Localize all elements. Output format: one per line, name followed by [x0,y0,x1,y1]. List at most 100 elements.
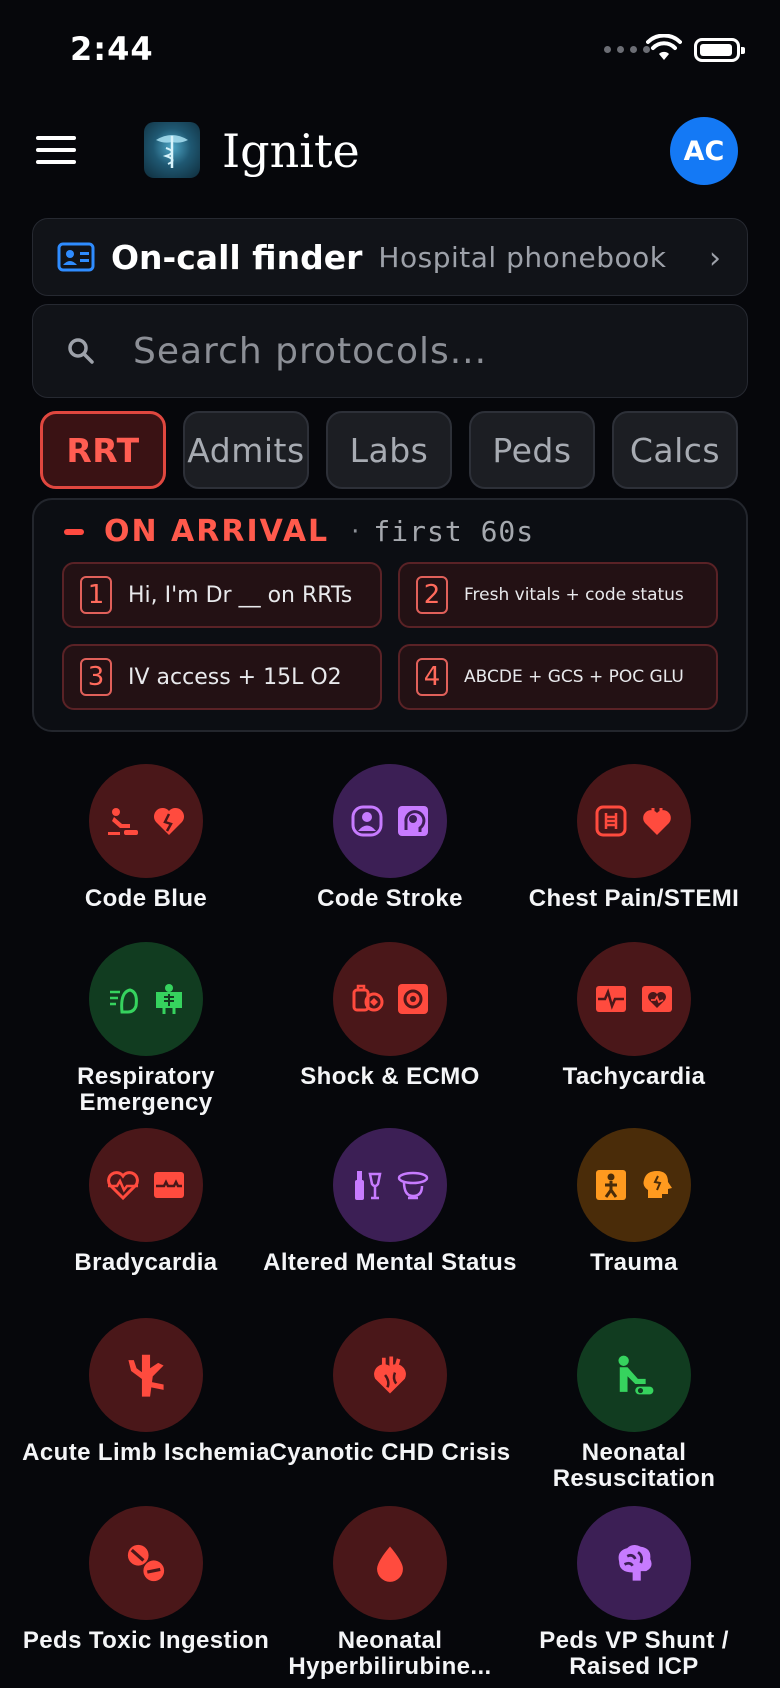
step-number: 2 [416,576,448,614]
infant-cpr-icon [618,1355,654,1395]
search-bar [32,304,748,398]
protocol-icon-circle [333,1318,447,1432]
step-text: Fresh vitals + code status [464,585,684,605]
arrival-step-1[interactable]: 1 Hi, I'm Dr __ on RRTs [62,562,382,628]
protocol-trauma[interactable]: Trauma [504,1128,764,1276]
protocol-label: Shock & ECMO [300,1063,480,1090]
ecg-fast-icon [596,986,626,1012]
cpr-icon [108,808,138,835]
protocol-label: Neonatal Resuscitation [552,1439,716,1492]
protocol-neonatal-hyperbilirubinemia[interactable]: Neonatal Hyperbilirubine... [260,1506,520,1680]
protocol-label: Peds Toxic Ingestion [22,1627,270,1654]
protocol-icon-circle [89,1318,203,1432]
protocol-altered-mental-status[interactable]: Altered Mental Status [260,1128,520,1276]
tab-bar: RRT Admits Labs Peds Calcs [40,411,744,489]
protocol-label: Bradycardia [74,1249,218,1276]
step-text: IV access + 15L O2 [128,664,342,690]
protocol-peds-toxic-ingestion[interactable]: Peds Toxic Ingestion [16,1506,276,1654]
protocol-icon-circle [577,764,691,878]
separator-dot: · [351,516,360,547]
protocol-chest-pain-stemi[interactable]: Chest Pain/STEMI [504,764,764,912]
protocol-label: Tachycardia [562,1063,706,1090]
on-arrival-header: ON ARRIVAL · first 60s [64,514,534,549]
tab-peds[interactable]: Peds [469,411,595,489]
ecg-slow-icon [154,1172,184,1198]
oncall-subtitle: Hospital phonebook [378,240,667,274]
protocol-label: Trauma [590,1249,678,1276]
on-arrival-card: ON ARRIVAL · first 60s 1 Hi, I'm Dr __ o… [32,498,748,732]
step-number: 3 [80,658,112,696]
protocol-icon-circle [89,942,203,1056]
protocol-label: Cyanotic CHD Crisis [269,1439,511,1466]
protocol-icon-circle [577,1506,691,1620]
protocol-label: Altered Mental Status [263,1249,517,1276]
step-text: ABCDE + GCS + POC GLU [464,667,684,687]
protocol-label: Chest Pain/STEMI [528,885,740,912]
protocol-code-blue[interactable]: Code Blue [16,764,276,912]
heartbeat-icon [107,1171,139,1201]
broken-heart-icon [153,807,185,835]
protocol-icon-circle [333,1128,447,1242]
tab-rrt[interactable]: RRT [40,411,166,489]
app-logo [144,122,200,178]
protocol-icon-circle [577,942,691,1056]
chest-icon [595,805,627,837]
protocol-shock-ecmo[interactable]: Shock & ECMO [260,942,520,1090]
protocol-label: Code Blue [84,885,208,912]
protocol-neonatal-resuscitation[interactable]: Neonatal Resuscitation [504,1318,764,1492]
search-icon [68,338,94,364]
protocol-tachycardia[interactable]: Tachycardia [504,942,764,1090]
protocol-label: Peds VP Shunt / Raised ICP [539,1627,729,1680]
on-arrival-title: ON ARRIVAL [104,514,330,549]
on-arrival-subtitle: first 60s [373,515,535,548]
search-input[interactable] [133,325,723,377]
chevron-right-icon: › [709,241,721,276]
anatomical-heart-icon [374,1356,406,1394]
arrival-step-4[interactable]: 4 ABCDE + GCS + POC GLU [398,644,718,710]
pump-icon [352,984,384,1012]
tab-calcs[interactable]: Calcs [612,411,738,489]
protocol-label: Neonatal Hyperbilirubine... [288,1627,492,1680]
wifi-icon [646,34,682,60]
step-number: 4 [416,658,448,696]
app-title: Ignite [222,124,360,178]
lungs-breath-icon [110,988,138,1014]
protocol-acute-limb-ischemia[interactable]: Acute Limb Ischemia [16,1318,276,1466]
protocol-cyanotic-chd-crisis[interactable]: Cyanotic CHD Crisis [260,1318,520,1466]
protocol-icon-circle [333,1506,447,1620]
battery-icon [694,38,745,62]
oncall-finder-button[interactable]: On-call finder Hospital phonebook › [32,218,748,296]
protocol-peds-vp-shunt[interactable]: Peds VP Shunt / Raised ICP [504,1506,764,1680]
protocol-label: Code Stroke [317,885,463,912]
tab-labs[interactable]: Labs [326,411,452,489]
protocol-icon-circle [333,764,447,878]
protocol-icon-circle [89,764,203,878]
avatar[interactable]: AC [670,117,738,185]
arrival-step-2[interactable]: 2 Fresh vitals + code status [398,562,718,628]
person-hazard-icon [596,1170,626,1200]
step-number: 1 [80,576,112,614]
monitor-icon [398,984,428,1014]
tab-admits[interactable]: Admits [183,411,309,489]
protocol-respiratory-emergency[interactable]: Respiratory Emergency [16,942,276,1116]
heart-icon [643,808,671,835]
brain-icon [618,1545,652,1581]
dash-icon [64,528,84,535]
protocol-bradycardia[interactable]: Bradycardia [16,1128,276,1276]
protocol-icon-circle [333,942,447,1056]
protocol-code-stroke[interactable]: Code Stroke [260,764,520,912]
step-text: Hi, I'm Dr __ on RRTs [128,582,353,608]
protocol-icon-circle [577,1318,691,1432]
bottles-icon [355,1171,382,1200]
protocol-icon-circle [577,1128,691,1242]
head-dizzy-icon [397,1171,429,1200]
protocol-label: Respiratory Emergency [77,1063,215,1116]
head-brain-icon [398,806,428,836]
arrival-step-3[interactable]: 3 IV access + 15L O2 [62,644,382,710]
status-time: 2:44 [70,30,154,68]
pills-icon [127,1544,165,1582]
menu-icon[interactable] [36,136,76,164]
head-injury-icon [643,1171,672,1198]
patient-scan-icon [351,805,383,837]
heart-monitor-icon [642,986,672,1012]
